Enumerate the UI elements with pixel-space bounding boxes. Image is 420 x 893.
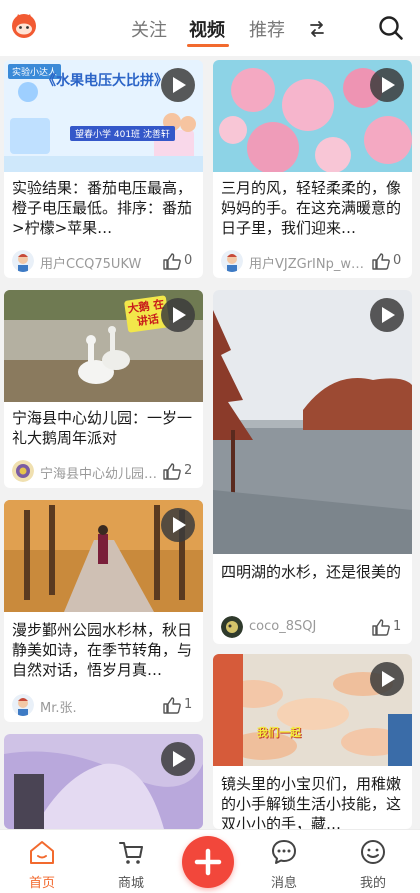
author-row: Mr.张. 1 — [12, 694, 197, 718]
tab-video[interactable]: 视频 — [189, 16, 225, 42]
thumbs-up-icon — [372, 619, 390, 636]
video-title[interactable]: 镜头里的小宝贝们，用稚嫩的小手解锁生活小技能，这双小小的手，藏… — [221, 774, 404, 829]
thumbs-up-icon — [372, 253, 390, 270]
author-row: 用户VJZGrINp_w… 0 — [221, 250, 406, 274]
video-card[interactable]: 我们一起 镜头里的小宝贝们，用稚嫩的小手解锁生活小技能，这双小小的手，藏… — [213, 654, 412, 829]
author-name[interactable]: 宁海县中心幼儿园… — [40, 463, 158, 482]
like-count: 0 — [184, 253, 193, 268]
like-button[interactable]: 0 — [163, 252, 197, 272]
like-count: 0 — [393, 253, 402, 268]
avatar[interactable] — [12, 694, 34, 716]
play-button[interactable] — [161, 508, 195, 542]
home-icon — [30, 841, 54, 864]
video-title[interactable]: 漫步鄞州公园水杉林，秋日静美如诗，在季节转角，与自然对话，悟岁月真… — [12, 620, 195, 680]
message-icon — [272, 840, 296, 864]
nav-label: 我的 — [359, 876, 386, 891]
author-name[interactable]: Mr.张. — [40, 697, 158, 716]
play-icon — [173, 307, 186, 323]
play-icon — [382, 671, 395, 687]
video-card[interactable]: 三月的风，轻轻柔柔的，像妈妈的手。在这充满暖意的日子里，我们迎来… 用户VJZG… — [213, 60, 412, 278]
video-thumbnail[interactable]: 大鹅 在讲话 — [4, 290, 203, 402]
author-row: 用户CCQ75UKW 0 — [12, 250, 197, 274]
video-card[interactable]: 实验小达人 《水果电压大比拼》 望春小学 401班 沈善轩 实验结果：番茄电压最… — [4, 60, 203, 278]
avatar[interactable] — [221, 250, 243, 272]
like-count: 1 — [184, 697, 193, 712]
author-name[interactable]: coco_8SQJ — [249, 619, 367, 634]
video-thumbnail[interactable] — [213, 290, 412, 554]
thumbnail-headline: 《水果电压大比拼》 — [42, 73, 168, 89]
nav-profile[interactable]: 我的 — [331, 830, 415, 893]
play-button[interactable] — [370, 662, 404, 696]
avatar[interactable] — [12, 460, 34, 482]
thumbnail-caption: 我们一起 — [257, 726, 301, 739]
play-button[interactable] — [370, 298, 404, 332]
play-button[interactable] — [161, 68, 195, 102]
switch-arrows-icon[interactable] — [306, 18, 328, 40]
play-icon — [173, 751, 186, 767]
thumbs-up-icon — [163, 253, 181, 270]
like-button[interactable]: 1 — [372, 618, 406, 638]
active-tab-indicator — [187, 44, 229, 47]
tab-follow[interactable]: 关注 — [131, 16, 167, 42]
video-feed-screen: 关注 视频 推荐 实验小达人 《水果电压大比拼》 望春小学 401班 沈善轩 实… — [0, 0, 420, 893]
author-name[interactable]: 用户VJZGrINp_w… — [249, 253, 367, 272]
nav-label: 消息 — [270, 876, 297, 891]
video-card[interactable]: 大鹅 在讲话 宁海县中心幼儿园：一岁一礼大鹅周年派对 宁海县中心幼儿园… 2 — [4, 290, 203, 488]
play-button[interactable] — [370, 68, 404, 102]
publish-button[interactable] — [182, 836, 234, 888]
avatar[interactable] — [221, 616, 243, 638]
bottom-nav: 首页 商城 消息 我的 — [0, 829, 420, 893]
author-row: 宁海县中心幼儿园… 2 — [12, 460, 197, 484]
play-icon — [382, 77, 395, 93]
like-button[interactable]: 0 — [372, 252, 406, 272]
video-card[interactable] — [4, 734, 203, 829]
like-button[interactable]: 2 — [163, 462, 197, 482]
play-icon — [382, 307, 395, 323]
like-count: 2 — [184, 463, 193, 478]
play-button[interactable] — [161, 298, 195, 332]
profile-icon — [361, 840, 385, 864]
video-title[interactable]: 四明湖的水杉，还是很美的 — [221, 562, 404, 602]
video-card[interactable]: 四明湖的水杉，还是很美的 coco_8SQJ 1 — [213, 290, 412, 644]
video-title[interactable]: 宁海县中心幼儿园：一岁一礼大鹅周年派对 — [12, 408, 195, 448]
app-logo-icon[interactable] — [10, 11, 38, 39]
video-title[interactable]: 三月的风，轻轻柔柔的，像妈妈的手。在这充满暖意的日子里，我们迎来… — [221, 178, 404, 238]
nav-label: 首页 — [28, 876, 55, 891]
author-name[interactable]: 用户CCQ75UKW — [40, 253, 158, 272]
author-row: coco_8SQJ 1 — [221, 616, 406, 640]
video-card[interactable]: 漫步鄞州公园水杉林，秋日静美如诗，在季节转角，与自然对话，悟岁月真… Mr.张.… — [4, 500, 203, 722]
plus-icon — [194, 848, 222, 876]
search-icon[interactable] — [378, 15, 404, 41]
thumbs-up-icon — [163, 463, 181, 480]
video-title[interactable]: 实验结果：番茄电压最高，橙子电压最低。排序：番茄>柠檬>苹果… — [12, 178, 195, 238]
play-icon — [173, 517, 186, 533]
tab-recommend[interactable]: 推荐 — [249, 16, 285, 42]
play-button[interactable] — [161, 742, 195, 776]
like-count: 1 — [393, 619, 402, 634]
nav-messages[interactable]: 消息 — [242, 830, 326, 893]
like-button[interactable]: 1 — [163, 696, 197, 716]
nav-home[interactable]: 首页 — [0, 830, 84, 893]
thumbs-up-icon — [163, 697, 181, 714]
video-thumbnail[interactable] — [4, 500, 203, 612]
avatar[interactable] — [12, 250, 34, 272]
cart-icon — [119, 842, 143, 864]
video-thumbnail[interactable] — [4, 734, 203, 829]
video-thumbnail[interactable] — [213, 60, 412, 172]
nav-label: 商城 — [117, 876, 144, 891]
play-icon — [173, 77, 186, 93]
top-bar: 关注 视频 推荐 — [0, 0, 420, 56]
video-thumbnail[interactable]: 实验小达人 《水果电压大比拼》 望春小学 401班 沈善轩 — [4, 60, 203, 172]
video-thumbnail[interactable]: 我们一起 — [213, 654, 412, 766]
nav-mall[interactable]: 商城 — [89, 830, 173, 893]
thumbnail-subline: 望春小学 401班 沈善轩 — [70, 126, 175, 141]
